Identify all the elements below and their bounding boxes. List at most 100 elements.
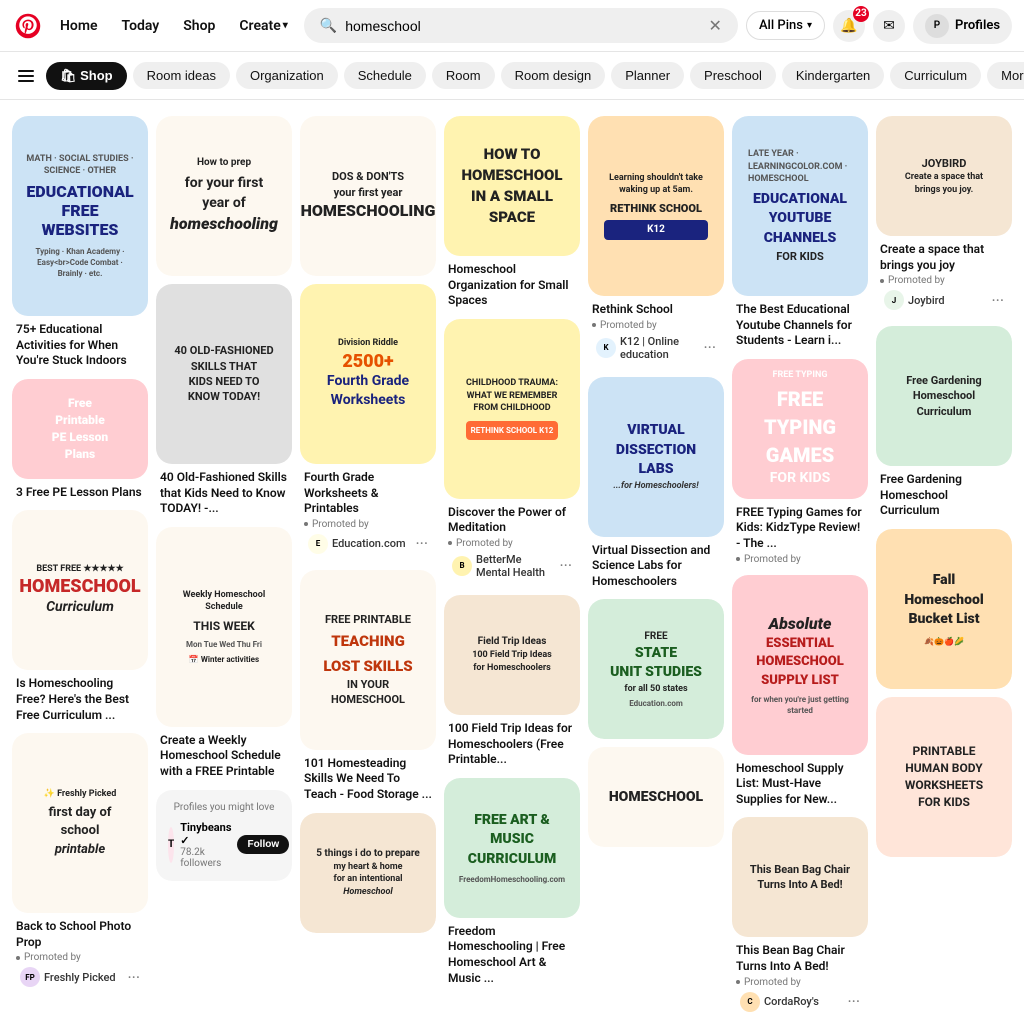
pin-card[interactable]: MATH · SOCIAL STUDIES · SCIENCE · OTHER … bbox=[12, 116, 148, 371]
search-icon: 🔍 bbox=[320, 18, 337, 34]
pin-card[interactable]: Free Gardening Homeschool Curriculum Fre… bbox=[876, 326, 1012, 521]
filter-room-design[interactable]: Room design bbox=[501, 62, 606, 89]
pin-card[interactable]: Weekly Homeschool Schedule THIS WEEK Mon… bbox=[156, 527, 292, 782]
pin-image: 40 OLD-FASHIONED SKILLS THAT KIDS NEED T… bbox=[156, 284, 292, 464]
nav-today[interactable]: Today bbox=[114, 12, 168, 40]
pin-image: DOS & DON'TS your first year HOMESCHOOLI… bbox=[300, 116, 436, 276]
clear-search-button[interactable]: ✕ bbox=[709, 16, 722, 35]
pin-image: JOYBIRD Create a space that brings you j… bbox=[876, 116, 1012, 236]
avatar: T bbox=[168, 827, 174, 863]
nav-home[interactable]: Home bbox=[52, 12, 106, 40]
filter-planner[interactable]: Planner bbox=[611, 62, 684, 89]
filter-morning-basket[interactable]: Morning basket bbox=[987, 62, 1024, 89]
pin-image: BEST FREE ★★★★★ HOMESCHOOL Curriculum bbox=[12, 510, 148, 670]
pin-info: This Bean Bag Chair Turns Into A Bed! Pr… bbox=[732, 937, 868, 1019]
pin-image: HOMESCHOOL bbox=[588, 747, 724, 847]
pin-card[interactable]: HOMESCHOOL bbox=[588, 747, 724, 847]
pin-image: FreePrintablePE LessonPlans bbox=[12, 379, 148, 479]
pin-card[interactable]: This Bean Bag Chair Turns Into A Bed! Th… bbox=[732, 817, 868, 1019]
pin-image: CHILDHOOD TRAUMA: WHAT WE REMEMBER FROM … bbox=[444, 319, 580, 499]
nav-shop[interactable]: Shop bbox=[175, 12, 223, 40]
pin-info: The Best Educational Youtube Channels fo… bbox=[732, 296, 868, 351]
pinterest-logo[interactable] bbox=[12, 10, 44, 42]
more-options-button[interactable]: ··· bbox=[703, 338, 716, 357]
pin-image: FREE TYPING FREE TYPING GAMES FOR KIDS bbox=[732, 359, 868, 499]
pin-card[interactable]: Absolute ESSENTIAL HOMESCHOOL SUPPLY LIS… bbox=[732, 575, 868, 810]
more-options-button[interactable]: ··· bbox=[847, 992, 860, 1011]
top-nav: Home Today Shop Create ▾ 🔍 ✕ All Pins ▾ … bbox=[0, 0, 1024, 52]
pin-card[interactable]: 5 things i do to prepare my heart & home… bbox=[300, 813, 436, 933]
filter-preschool[interactable]: Preschool bbox=[690, 62, 776, 89]
pin-info: Homeschool Supply List: Must-Have Suppli… bbox=[732, 755, 868, 810]
pin-info: 3 Free PE Lesson Plans bbox=[12, 479, 148, 503]
pin-image: FREE ART & MUSIC CURRICULUM FreedomHomes… bbox=[444, 778, 580, 918]
pin-card[interactable]: PRINTABLE HUMAN BODY WORKSHEETS FOR KIDS bbox=[876, 697, 1012, 857]
pin-image: FREE PRINTABLE TEACHING LOST SKILLS IN Y… bbox=[300, 570, 436, 750]
main-content: MATH · SOCIAL STUDIES · SCIENCE · OTHER … bbox=[0, 100, 1024, 1036]
pin-image: Learning shouldn't take waking up at 5am… bbox=[588, 116, 724, 296]
pin-info: Rethink School Promoted by K K12 | Onlin… bbox=[588, 296, 724, 369]
pin-image: MATH · SOCIAL STUDIES · SCIENCE · OTHER … bbox=[12, 116, 148, 316]
filter-shop[interactable]: 🛍 Shop bbox=[46, 62, 127, 90]
pin-info: 100 Field Trip Ideas for Homeschoolers (… bbox=[444, 715, 580, 770]
pin-card[interactable]: JOYBIRD Create a space that brings you j… bbox=[876, 116, 1012, 318]
pin-image: Field Trip Ideas 100 Field Trip Ideas fo… bbox=[444, 595, 580, 715]
pin-footer: K K12 | Online education ··· bbox=[592, 331, 720, 367]
pin-card[interactable]: How to prep for your first year of homes… bbox=[156, 116, 292, 276]
pin-image: Fall Homeschool Bucket List 🍂🎃🍎🌽 bbox=[876, 529, 1012, 689]
pin-info: 40 Old-Fashioned Skills that Kids Need t… bbox=[156, 464, 292, 519]
filter-room[interactable]: Room bbox=[432, 62, 495, 89]
pin-card[interactable]: Field Trip Ideas 100 Field Trip Ideas fo… bbox=[444, 595, 580, 770]
pin-info: Discover the Power of Meditation Promote… bbox=[444, 499, 580, 587]
pin-info: FREE Typing Games for Kids: KidzType Rev… bbox=[732, 499, 868, 567]
pin-card[interactable]: FREE STATE UNIT STUDIES for all 50 state… bbox=[588, 599, 724, 739]
pin-footer: C CordaRoy's ··· bbox=[736, 988, 864, 1018]
avatar: C bbox=[740, 992, 760, 1012]
pin-image: Free Gardening Homeschool Curriculum bbox=[876, 326, 1012, 466]
more-options-button[interactable]: ··· bbox=[415, 534, 428, 553]
pin-card[interactable]: Learning shouldn't take waking up at 5am… bbox=[588, 116, 724, 369]
pin-card[interactable]: FREE TYPING FREE TYPING GAMES FOR KIDS F… bbox=[732, 359, 868, 567]
hamburger-menu-button[interactable] bbox=[12, 64, 40, 88]
pin-image: LATE YEAR · LEARNINGCOLOR.COM · HOMESCHO… bbox=[732, 116, 868, 296]
pin-card[interactable]: Fall Homeschool Bucket List 🍂🎃🍎🌽 bbox=[876, 529, 1012, 689]
filter-curriculum[interactable]: Curriculum bbox=[890, 62, 981, 89]
pin-info: Back to School Photo Prop Promoted by FP… bbox=[12, 913, 148, 995]
filter-room-ideas[interactable]: Room ideas bbox=[133, 62, 230, 89]
pin-card[interactable]: HOW TO HOMESCHOOL IN A SMALL SPACE Homes… bbox=[444, 116, 580, 311]
nav-create[interactable]: Create ▾ bbox=[231, 12, 295, 40]
pin-info: Create a space that brings you joy Promo… bbox=[876, 236, 1012, 318]
pin-card[interactable]: FreePrintablePE LessonPlans 3 Free PE Le… bbox=[12, 379, 148, 503]
pin-footer: B BetterMe Mental Health ··· bbox=[448, 549, 576, 585]
filter-organization[interactable]: Organization bbox=[236, 62, 338, 89]
more-options-button[interactable]: ··· bbox=[991, 291, 1004, 310]
follow-button[interactable]: Follow bbox=[237, 835, 289, 854]
messages-button[interactable]: ✉ bbox=[873, 10, 905, 42]
pin-image: Division Riddle 2500+ Fourth Grade Works… bbox=[300, 284, 436, 464]
all-pins-dropdown[interactable]: All Pins ▾ bbox=[746, 11, 825, 40]
pin-card[interactable]: LATE YEAR · LEARNINGCOLOR.COM · HOMESCHO… bbox=[732, 116, 868, 351]
pin-card[interactable]: Division Riddle 2500+ Fourth Grade Works… bbox=[300, 284, 436, 562]
pin-card[interactable]: DOS & DON'TS your first year HOMESCHOOLI… bbox=[300, 116, 436, 276]
pin-card[interactable]: ✨ Freshly Picked first day of school pri… bbox=[12, 733, 148, 995]
notifications-button[interactable]: 🔔 23 bbox=[833, 10, 865, 42]
pin-card[interactable]: 40 OLD-FASHIONED SKILLS THAT KIDS NEED T… bbox=[156, 284, 292, 519]
more-options-button[interactable]: ··· bbox=[127, 968, 140, 987]
pin-card[interactable]: CHILDHOOD TRAUMA: WHAT WE REMEMBER FROM … bbox=[444, 319, 580, 587]
more-options-button[interactable]: ··· bbox=[559, 556, 572, 575]
pin-card[interactable]: BEST FREE ★★★★★ HOMESCHOOL Curriculum Is… bbox=[12, 510, 148, 725]
chevron-down-icon: ▾ bbox=[807, 20, 812, 31]
pin-card[interactable]: Profiles you might love T Tinybeans ✓ 78… bbox=[156, 790, 292, 881]
pin-image: 5 things i do to prepare my heart & home… bbox=[300, 813, 436, 933]
profile-button[interactable]: P Profiles bbox=[913, 8, 1012, 44]
pin-info: Is Homeschooling Free? Here's the Best F… bbox=[12, 670, 148, 725]
search-input[interactable] bbox=[345, 18, 700, 34]
pin-footer: J Joybird ··· bbox=[880, 286, 1008, 316]
filter-kindergarten[interactable]: Kindergarten bbox=[782, 62, 884, 89]
filter-schedule[interactable]: Schedule bbox=[344, 62, 426, 89]
pin-card[interactable]: FREE ART & MUSIC CURRICULUM FreedomHomes… bbox=[444, 778, 580, 988]
pin-info: 75+ Educational Activities for When You'… bbox=[12, 316, 148, 371]
pin-footer: E Education.com ··· bbox=[304, 530, 432, 560]
pin-card[interactable]: FREE PRINTABLE TEACHING LOST SKILLS IN Y… bbox=[300, 570, 436, 805]
pin-card[interactable]: VIRTUAL DISSECTION LABS ...for Homeschoo… bbox=[588, 377, 724, 592]
